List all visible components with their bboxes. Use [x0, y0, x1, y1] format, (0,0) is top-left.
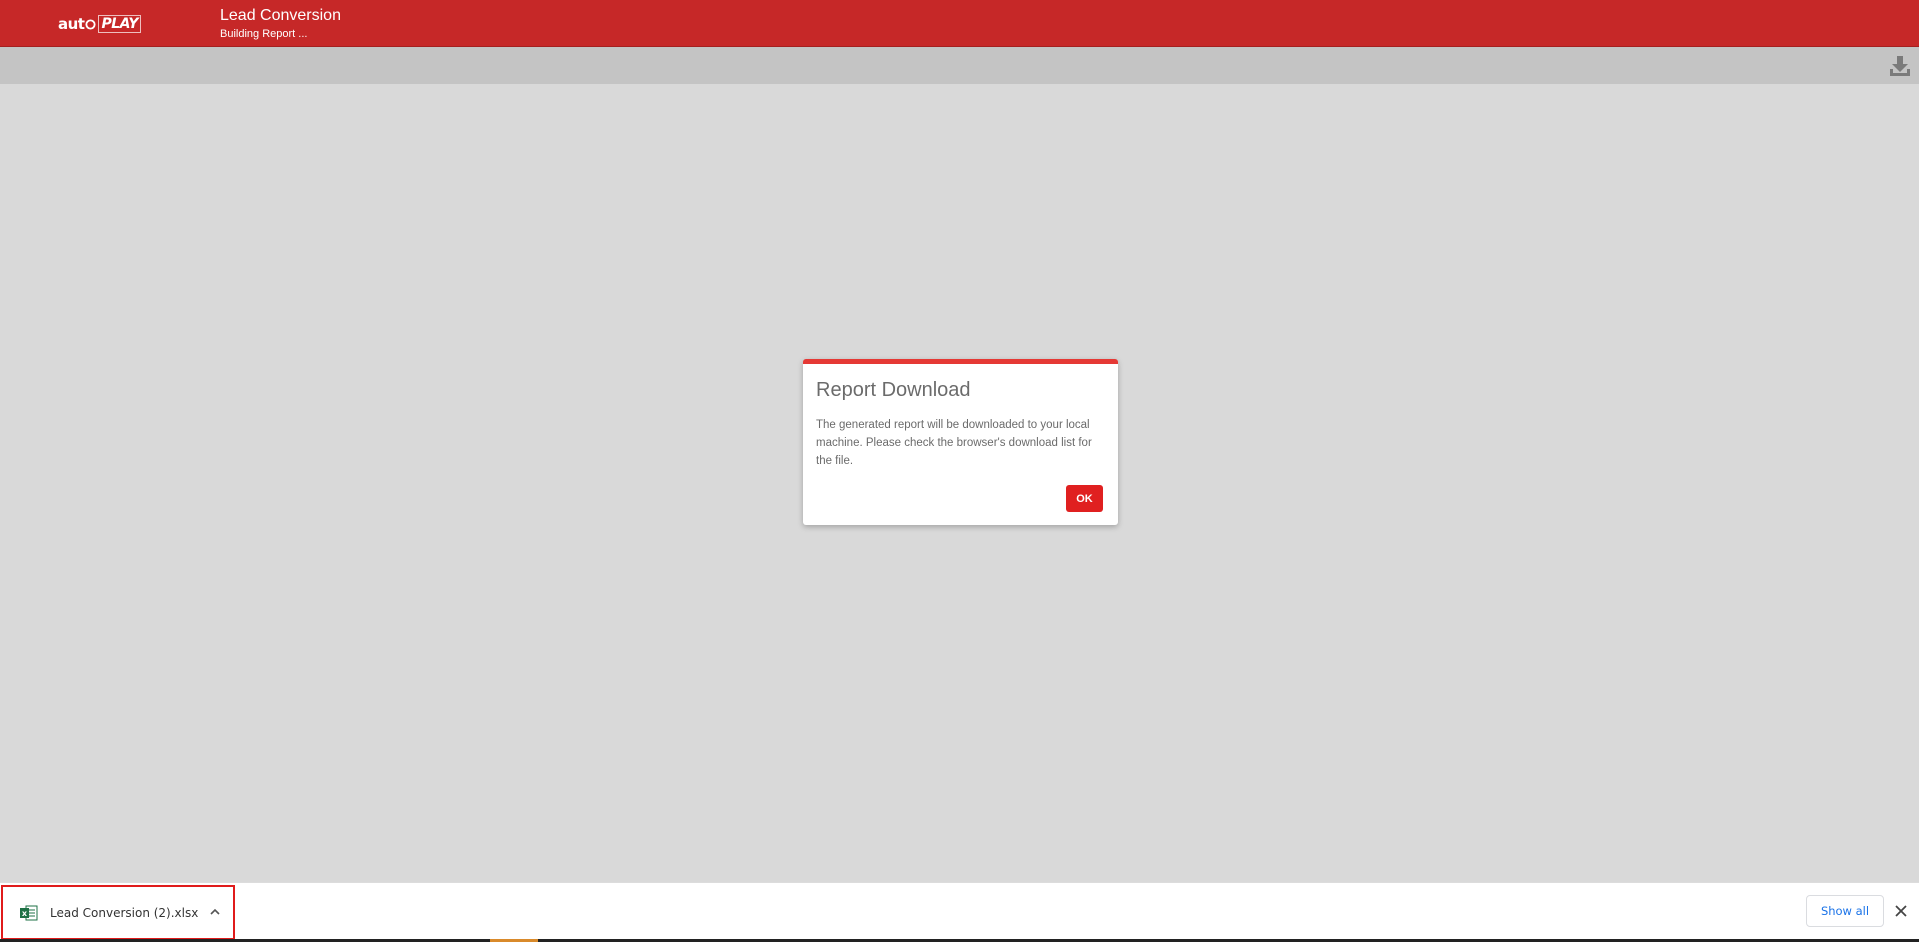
- ok-button[interactable]: OK: [1066, 485, 1103, 512]
- autoplay-logo[interactable]: aut PLAY: [56, 14, 143, 34]
- dialog-title: Report Download: [816, 379, 971, 401]
- close-icon[interactable]: [1892, 902, 1910, 920]
- page-subtitle: Building Report ...: [220, 28, 308, 40]
- show-all-button[interactable]: Show all: [1806, 895, 1884, 927]
- download-button[interactable]: [1887, 53, 1913, 79]
- logo-circle-icon: [85, 18, 97, 30]
- download-file-name: Lead Conversion (2).xlsx: [50, 906, 199, 920]
- app-header: aut PLAY Lead Conversion Building Report…: [0, 0, 1919, 47]
- download-item[interactable]: x Lead Conversion (2).xlsx: [1, 885, 235, 940]
- toolbar: [0, 47, 1919, 84]
- header-titles: Lead Conversion Building Report ...: [220, 7, 341, 41]
- logo-text-part-a: aut: [58, 15, 85, 33]
- dialog-message: The generated report will be downloaded …: [816, 419, 1092, 467]
- chevron-up-icon[interactable]: [208, 905, 222, 919]
- excel-file-icon: x: [20, 905, 38, 921]
- page-title: Lead Conversion: [220, 7, 341, 24]
- svg-text:x: x: [22, 909, 28, 918]
- logo-text-part-b: PLAY: [98, 15, 142, 33]
- download-icon: [1890, 56, 1910, 76]
- report-download-dialog: Report Download The generated report wil…: [803, 359, 1118, 525]
- download-shelf: x Lead Conversion (2).xlsx Show all: [0, 882, 1919, 942]
